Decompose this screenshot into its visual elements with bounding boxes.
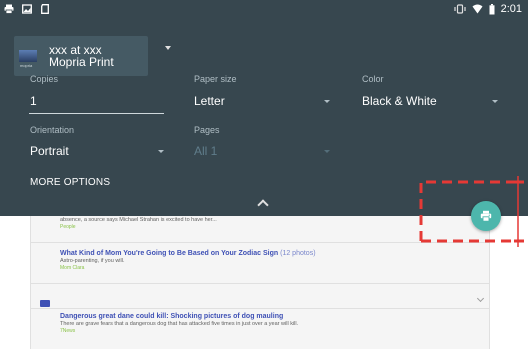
feed-divider [31, 242, 489, 243]
orientation-dropdown-icon[interactable] [158, 150, 164, 153]
vibrate-icon [453, 4, 466, 14]
feed-item-source: Mom Clara [60, 265, 85, 271]
feed-item-title: What Kind of Mom You're Going to Be Base… [60, 249, 480, 258]
printer-dropdown-icon[interactable] [165, 46, 171, 50]
status-bar: 2:01 [0, 0, 528, 28]
feed-item-title-text: What Kind of Mom You're Going to Be Base… [60, 250, 279, 257]
print-screen: 2:01 Kelly and Michael are working thing… [0, 0, 528, 349]
battery-icon [489, 3, 495, 14]
feed-item-body: Astro-parenting, if you will. [60, 258, 125, 264]
sd-card-icon [41, 4, 49, 14]
printer-service: Mopria Print [49, 55, 114, 69]
orientation-label: Orientation [30, 125, 75, 135]
feed-item[interactable]: What Kind of Mom You're Going to Be Base… [60, 249, 480, 272]
news-category-icon [40, 300, 50, 307]
pages-select: All 1 [194, 144, 218, 158]
printer-thumbnail-caption: mopria [20, 63, 33, 68]
feed-item-title: Dangerous great dane could kill: Shockin… [60, 313, 284, 320]
print-button[interactable] [471, 201, 501, 231]
color-label: Color [362, 74, 384, 84]
paper-size-select[interactable]: Letter [194, 94, 225, 108]
copies-input[interactable]: 1 [30, 94, 37, 108]
background-feed: Kelly and Michael are working things out… [0, 210, 528, 349]
print-options-panel: mopria xxx at xxx Mopria Print Copies 1 … [0, 28, 528, 216]
print-icon [4, 4, 14, 14]
pages-dropdown-icon [324, 150, 330, 153]
color-dropdown-icon[interactable] [492, 100, 498, 103]
more-options-button[interactable]: MORE OPTIONS [30, 177, 110, 188]
printer-thumbnail: mopria [19, 50, 37, 68]
feed-item[interactable]: Dangerous great dane could kill: Shockin… [60, 312, 480, 335]
status-time: 2:01 [500, 3, 522, 15]
feed-item-source: People [60, 224, 76, 230]
copies-label: Copies [30, 74, 59, 84]
printer-selector[interactable]: mopria xxx at xxx Mopria Print [14, 36, 148, 76]
color-select[interactable]: Black & White [362, 94, 437, 108]
status-icons-left [4, 4, 50, 14]
copies-underline [29, 113, 164, 114]
printer-text: xxx at xxx Mopria Print [49, 44, 114, 68]
paper-size-dropdown-icon[interactable] [324, 100, 330, 103]
status-icons-right: 2:01 [453, 3, 522, 15]
orientation-select[interactable]: Portrait [30, 144, 69, 158]
print-icon [480, 210, 492, 222]
feed-item-photo-count: (12 photos) [280, 250, 316, 257]
feed-item-source: 7News [60, 328, 76, 334]
chevron-up-icon[interactable] [257, 199, 269, 211]
image-icon [22, 4, 32, 14]
feed-divider [31, 308, 489, 309]
feed-divider [31, 283, 489, 284]
wifi-icon [472, 4, 483, 14]
feed-item-body: There are grave fears that a dangerous d… [60, 321, 299, 327]
paper-size-label: Paper size [194, 74, 237, 84]
pages-label: Pages [194, 125, 220, 135]
